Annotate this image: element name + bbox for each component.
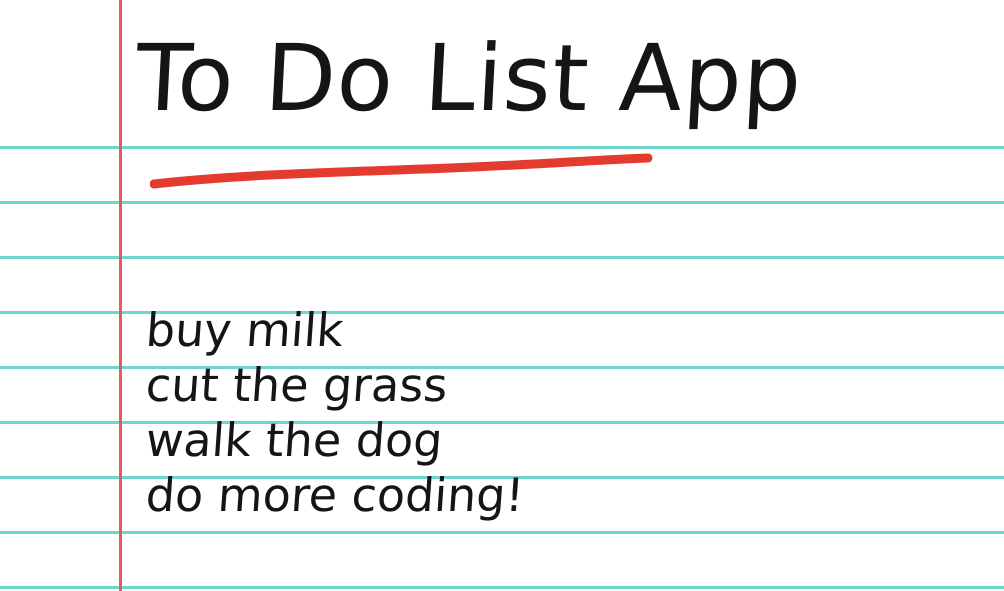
todo-list: buy milk cut the grass walk the dog do m… (144, 303, 526, 523)
todo-item-cut-the-grass[interactable]: cut the grass (144, 358, 526, 413)
notebook-paper: To Do List App buy milk cut the grass wa… (0, 0, 1004, 591)
ruled-line (0, 586, 1004, 589)
todo-item-walk-the-dog[interactable]: walk the dog (144, 413, 526, 468)
ruled-line (0, 146, 1004, 149)
ruled-line (0, 201, 1004, 204)
title-underline (150, 153, 653, 189)
ruled-line (0, 256, 1004, 259)
margin-line (119, 0, 122, 591)
todo-item-buy-milk[interactable]: buy milk (144, 303, 526, 358)
page-title: To Do List App (133, 25, 806, 132)
ruled-line (0, 531, 1004, 534)
todo-item-do-more-coding[interactable]: do more coding! (144, 468, 526, 523)
